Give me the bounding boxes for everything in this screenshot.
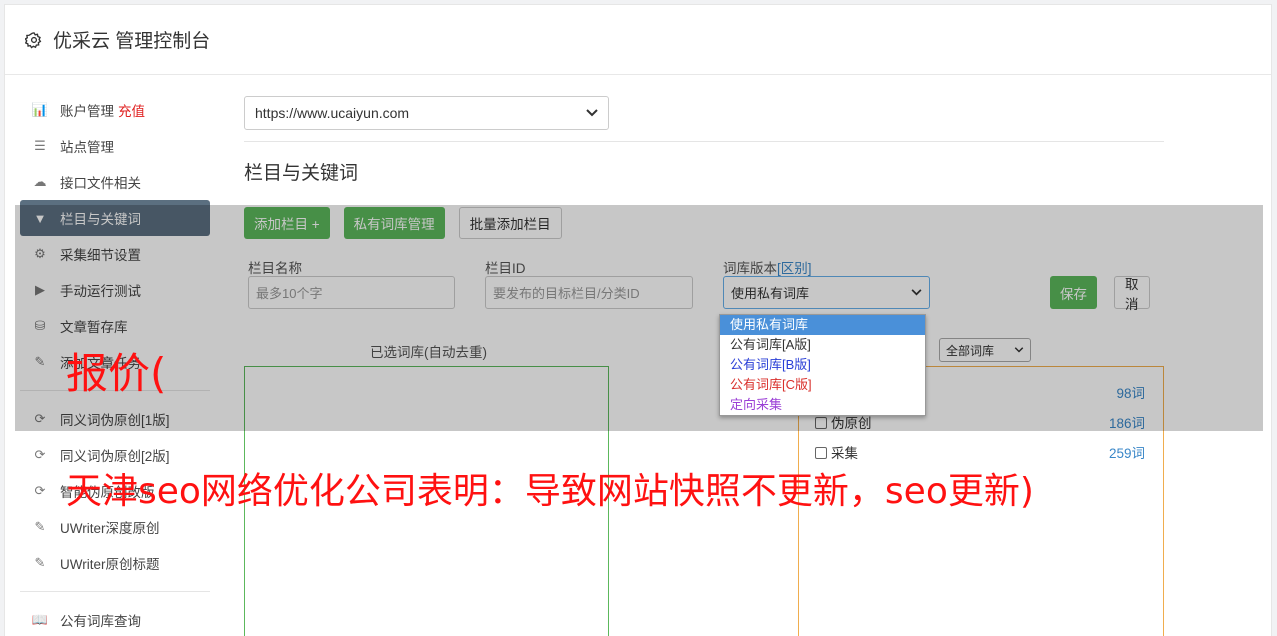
- sidebar-item-label: 接口文件相关: [60, 176, 141, 191]
- library-count: 259词: [1108, 446, 1145, 461]
- library-checkbox[interactable]: [815, 417, 827, 429]
- sidebar-item-label: 同义词伪原创[1版]: [60, 413, 170, 428]
- batch-add-button[interactable]: 批量添加栏目: [458, 207, 562, 239]
- chevron-down-icon: [911, 289, 922, 296]
- action-buttons: 添加栏目 + 私有词库管理 批量添加栏目: [244, 207, 1164, 239]
- gear-icon: [25, 31, 42, 49]
- sidebar-item-label: 公有词库查询: [60, 614, 141, 629]
- save-button[interactable]: 保存: [1050, 276, 1097, 309]
- sidebar-item[interactable]: ☰ 站点管理: [20, 128, 210, 164]
- version-option[interactable]: 使用私有词库: [720, 315, 925, 335]
- version-select-value: 使用私有词库: [731, 286, 810, 301]
- edit-icon: ✎: [34, 354, 46, 369]
- chevron-down-icon: [586, 109, 598, 117]
- server-icon: ☰: [34, 138, 46, 153]
- sidebar-item[interactable]: ⚙ 采集细节设置: [20, 236, 210, 272]
- sidebar-item-label: 栏目与关键词: [60, 212, 141, 227]
- page-title: 优采云 管理控制台: [53, 31, 211, 52]
- filter-icon: ▼: [33, 210, 47, 226]
- library-name: 伪原创: [831, 416, 872, 431]
- sidebar-item-label: 站点管理: [60, 140, 114, 155]
- library-count: 186词: [1108, 416, 1145, 431]
- library-filter-value: 全部词库: [946, 343, 995, 358]
- column-name-input[interactable]: 最多10个字: [248, 276, 455, 309]
- chevron-down-icon: [1014, 347, 1024, 353]
- divider: [244, 141, 1164, 142]
- refresh-icon: ⟳: [34, 411, 46, 426]
- library-name: 采集: [831, 446, 858, 461]
- sidebar-item-label: UWriter深度原创: [60, 521, 160, 536]
- sidebar-item[interactable]: 📊 账户管理 充值: [20, 92, 210, 128]
- version-label-text: 词库版本: [723, 261, 777, 276]
- cancel-button[interactable]: 取消: [1114, 276, 1150, 312]
- version-option[interactable]: 公有词库[B版]: [720, 355, 925, 375]
- edit-icon: ✎: [34, 555, 46, 570]
- main-content: https://www.ucaiyun.com 栏目与关键词 添加栏目 + 私有…: [244, 96, 1164, 636]
- version-label: 词库版本[区别]: [723, 257, 812, 277]
- play-circle-icon: ▶: [35, 282, 45, 297]
- column-id-input[interactable]: 要发布的目标栏目/分类ID: [485, 276, 693, 309]
- sidebar-item[interactable]: ▶ 手动运行测试: [20, 272, 210, 308]
- sidebar-item[interactable]: ✎ UWriter原创标题: [20, 545, 210, 581]
- sidebar-item[interactable]: ▼ 栏目与关键词: [20, 200, 210, 236]
- sidebar-divider: [20, 591, 210, 592]
- version-option[interactable]: 公有词库[A版]: [720, 335, 925, 355]
- column-id-label: 栏目ID: [485, 261, 526, 276]
- recharge-link[interactable]: 充值: [118, 100, 145, 120]
- private-lib-button[interactable]: 私有词库管理: [343, 207, 445, 239]
- sidebar-item[interactable]: ⛁ 文章暂存库: [20, 308, 210, 344]
- library-count: 98词: [1116, 386, 1145, 401]
- cloud-upload-icon: ☁: [33, 174, 47, 189]
- library-filter-select[interactable]: 全部词库: [939, 338, 1031, 362]
- refresh-icon: ⟳: [34, 447, 46, 462]
- selected-libs-title: 已选词库(自动去重): [370, 345, 487, 360]
- library-checkbox[interactable]: [815, 447, 827, 459]
- version-option[interactable]: 公有词库[C版]: [720, 375, 925, 395]
- cogs-icon: ⚙: [34, 246, 46, 261]
- sidebar-item-label: 账户管理: [60, 104, 114, 119]
- database-icon: ⛁: [34, 318, 46, 333]
- sidebar-item[interactable]: ✎ UWriter深度原创: [20, 509, 210, 545]
- sidebar-item-label: 手动运行测试: [60, 284, 141, 299]
- column-name-label: 栏目名称: [248, 261, 302, 276]
- version-diff-link[interactable]: [区别]: [777, 261, 812, 276]
- sidebar-item[interactable]: 📖 公有词库查询: [20, 602, 210, 636]
- edit-icon: ✎: [34, 519, 46, 534]
- sidebar-item-label: 文章暂存库: [60, 320, 128, 335]
- version-option[interactable]: 定向采集: [720, 395, 925, 415]
- version-dropdown[interactable]: 使用私有词库 公有词库[A版] 公有词库[B版] 公有词库[C版] 定向采集: [719, 314, 926, 416]
- watermark-line-1: 报价(: [66, 349, 167, 398]
- sidebar-item-label: UWriter原创标题: [60, 557, 160, 572]
- refresh-icon: ⟳: [34, 483, 46, 498]
- site-select-value: https://www.ucaiyun.com: [255, 105, 410, 121]
- add-column-button[interactable]: 添加栏目 +: [244, 207, 330, 239]
- book-icon: 📖: [31, 612, 49, 627]
- version-select[interactable]: 使用私有词库: [723, 276, 930, 309]
- sidebar-item-label: 采集细节设置: [60, 248, 141, 263]
- library-row[interactable]: 采集 259词: [815, 442, 1145, 462]
- watermark-line-2: 天津seo网络优化公司表明：导致网站快照不更新，seo更新): [66, 471, 1034, 512]
- sidebar-item[interactable]: ☁ 接口文件相关: [20, 164, 210, 200]
- bar-chart-icon: 📊: [31, 102, 49, 117]
- site-select[interactable]: https://www.ucaiyun.com: [244, 96, 609, 130]
- sidebar-item[interactable]: ⟳ 同义词伪原创[1版]: [20, 401, 210, 437]
- page-header: 优采云 管理控制台: [5, 5, 1271, 75]
- library-row-left: 采集: [815, 442, 858, 462]
- column-form: 栏目名称 最多10个字 栏目ID 要发布的目标栏目/分类ID 词库版本[区别] …: [244, 257, 1164, 317]
- section-title: 栏目与关键词: [244, 163, 359, 184]
